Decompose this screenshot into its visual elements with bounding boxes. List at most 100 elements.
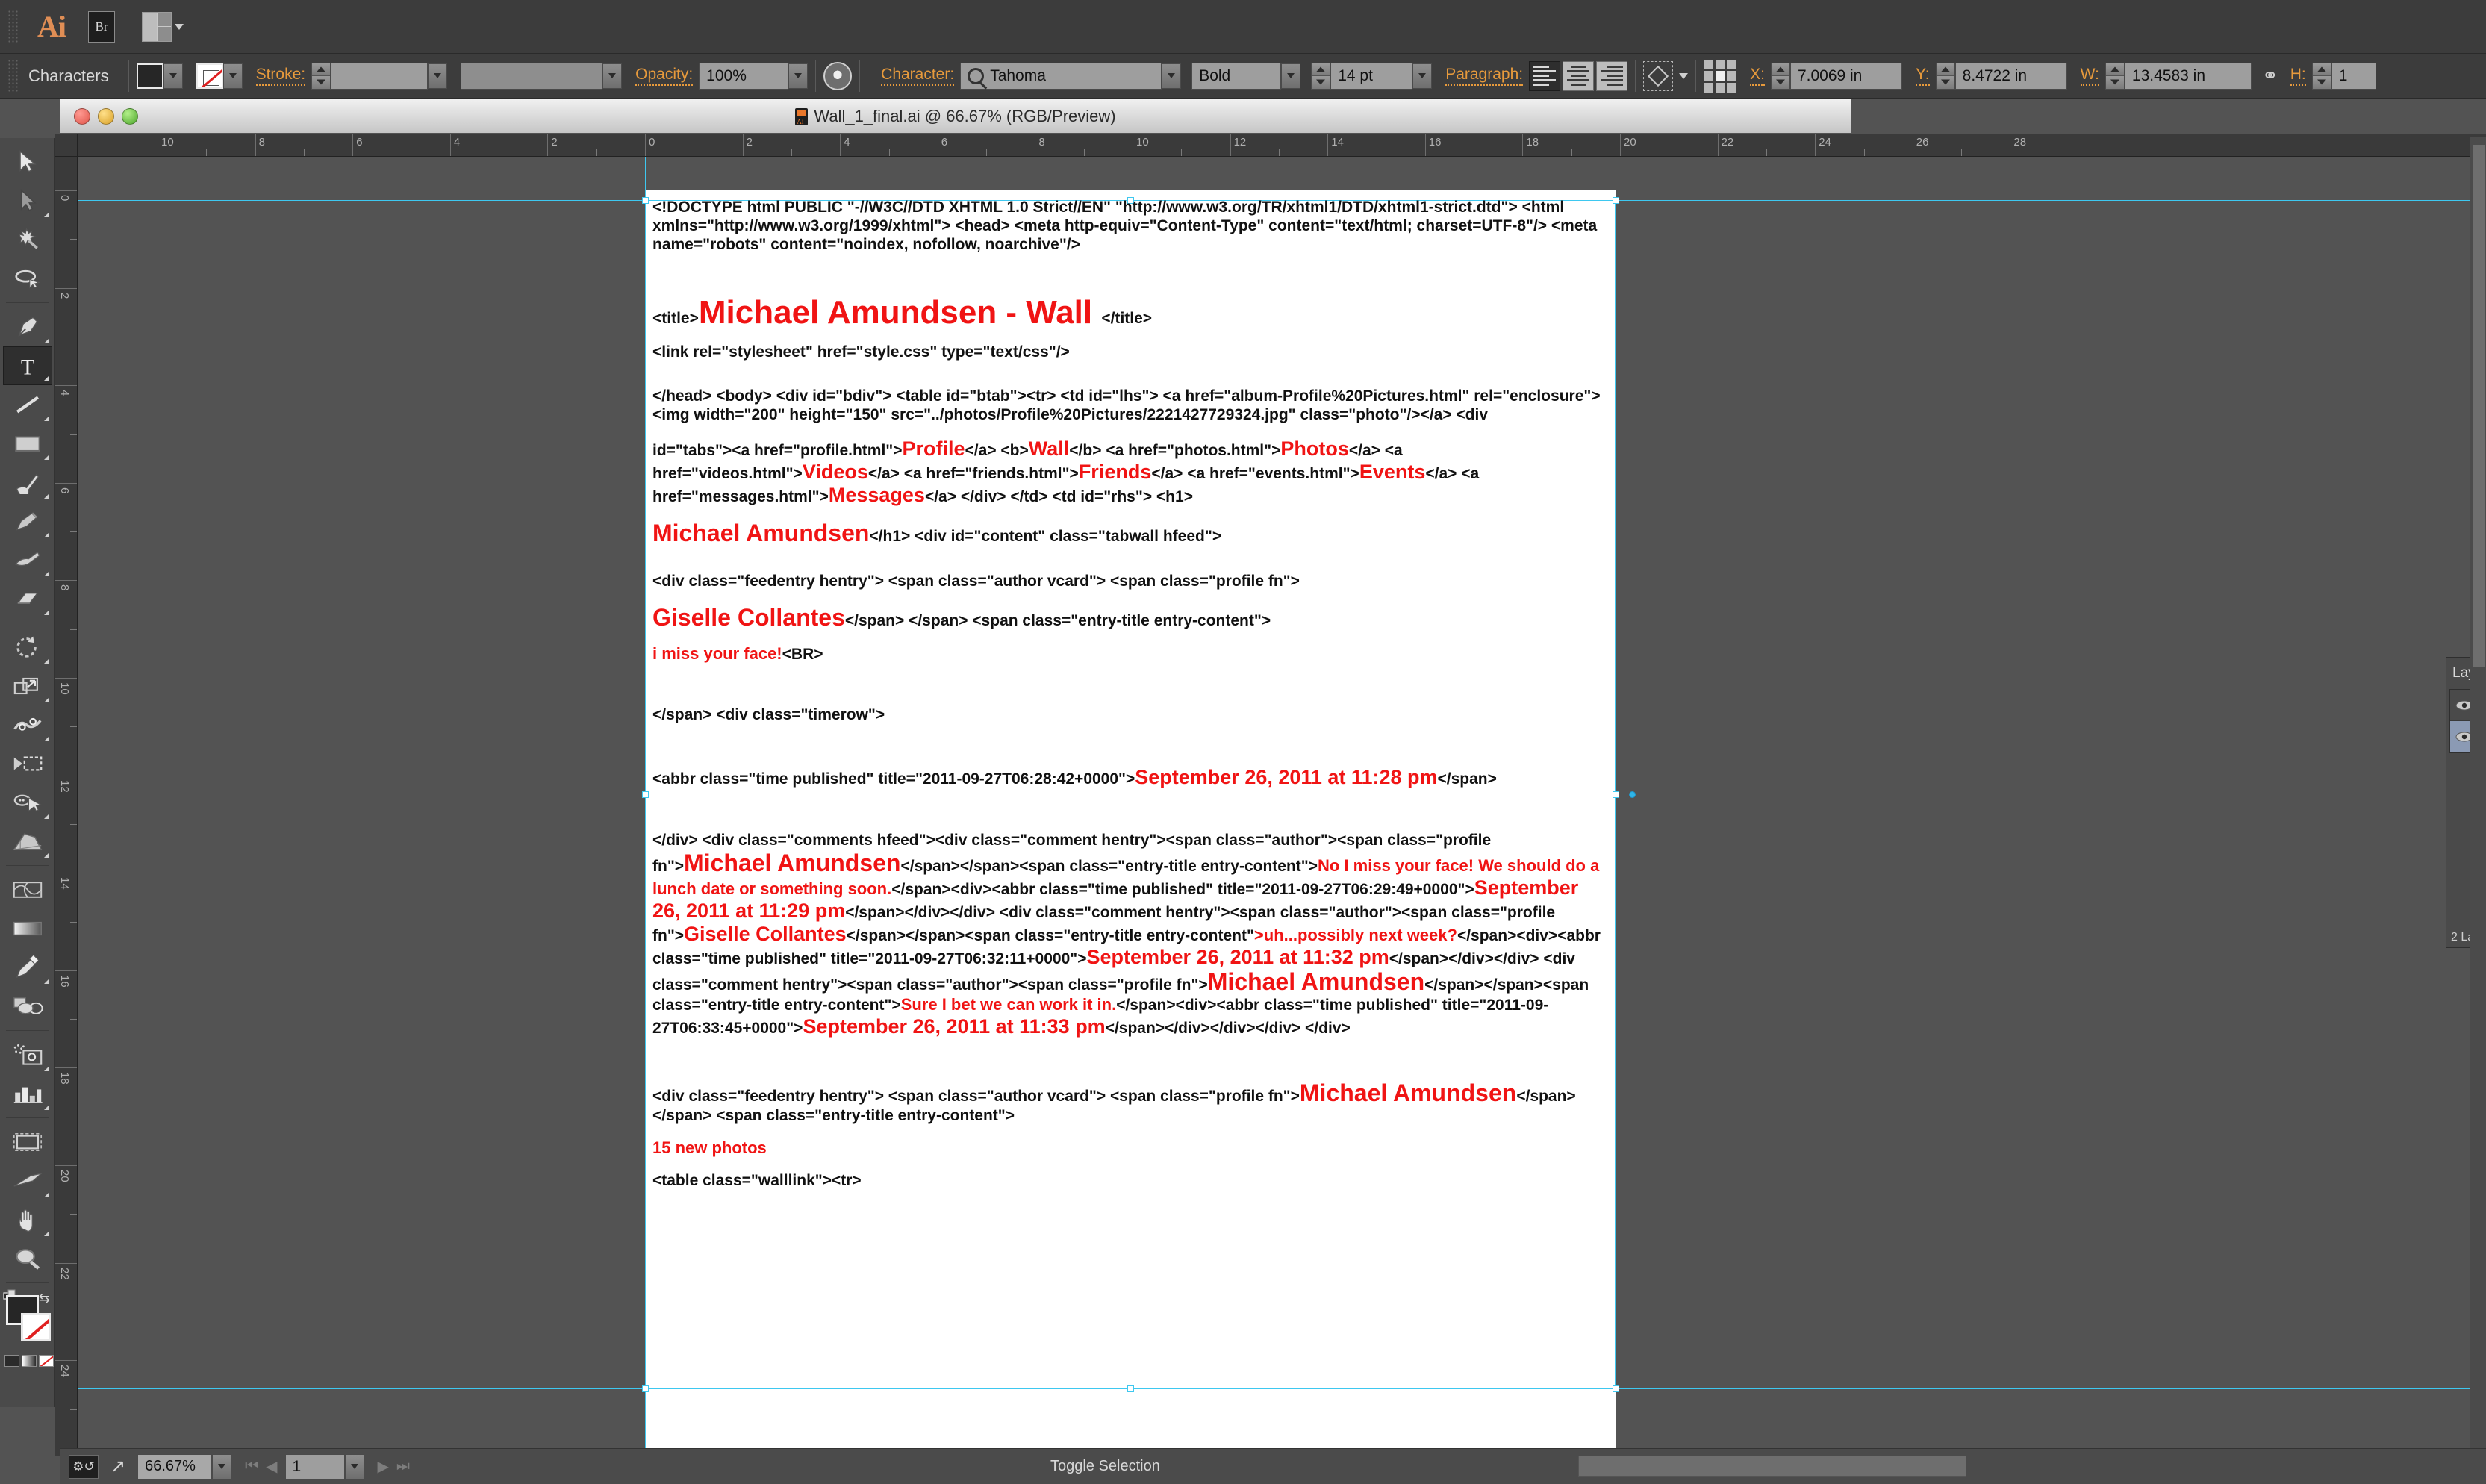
hand-tool[interactable] bbox=[3, 1200, 52, 1239]
font-family-field[interactable]: Tahoma bbox=[960, 62, 1162, 90]
blob-brush-tool[interactable] bbox=[3, 540, 52, 579]
font-size-field[interactable]: 14 pt bbox=[1330, 62, 1413, 90]
tool-flyout-indicator[interactable] bbox=[43, 979, 49, 984]
selection-handle[interactable] bbox=[642, 1385, 649, 1392]
paintbrush-tool[interactable] bbox=[3, 463, 52, 502]
arrange-documents-button[interactable] bbox=[142, 11, 184, 42]
go-to-bridge-button[interactable]: Br bbox=[88, 10, 115, 43]
rotate-tool[interactable] bbox=[3, 628, 52, 667]
tool-flyout-indicator[interactable] bbox=[43, 610, 49, 615]
stroke-color-control[interactable] bbox=[196, 63, 243, 89]
scale-tool[interactable] bbox=[3, 667, 52, 705]
artboard-number-dropdown-button[interactable] bbox=[344, 1453, 364, 1480]
eyedropper-tool[interactable] bbox=[3, 948, 52, 987]
gradient-tool[interactable] bbox=[3, 909, 52, 948]
h-field[interactable]: 1 bbox=[2331, 62, 2376, 90]
tool-flyout-indicator[interactable] bbox=[43, 658, 49, 664]
tool-flyout-indicator[interactable] bbox=[43, 493, 49, 499]
mesh-tool[interactable] bbox=[3, 870, 52, 909]
slice-tool[interactable] bbox=[3, 1162, 52, 1200]
artboard-tool[interactable] bbox=[3, 1123, 52, 1162]
font-style-dropdown-button[interactable] bbox=[1281, 63, 1301, 89]
line-segment-tool[interactable] bbox=[3, 385, 52, 424]
fill-dropdown-button[interactable] bbox=[163, 63, 183, 89]
horizontal-scrollbar[interactable] bbox=[1568, 1448, 2486, 1484]
color-button[interactable] bbox=[4, 1355, 19, 1367]
h-stepper[interactable] bbox=[2311, 62, 2331, 90]
selection-handle[interactable] bbox=[1613, 1385, 1619, 1392]
perspective-grid-tool[interactable] bbox=[3, 822, 52, 861]
tool-flyout-indicator[interactable] bbox=[43, 736, 49, 741]
tool-flyout-indicator[interactable] bbox=[43, 376, 49, 381]
previous-artboard-button[interactable]: ◀ bbox=[266, 1457, 277, 1476]
text-flow-handle[interactable] bbox=[1629, 791, 1636, 798]
direct-selection-tool[interactable] bbox=[3, 181, 52, 220]
stroke-weight-stepper[interactable] bbox=[311, 62, 331, 90]
magic-wand-tool[interactable] bbox=[3, 220, 52, 259]
align-left-button[interactable] bbox=[1529, 60, 1561, 91]
tool-flyout-indicator[interactable] bbox=[43, 1192, 49, 1197]
column-graph-tool[interactable] bbox=[3, 1074, 52, 1113]
x-field[interactable]: 7.0069 in bbox=[1789, 62, 1902, 90]
symbol-sprayer-tool[interactable] bbox=[3, 1035, 52, 1074]
artboard-number-control[interactable]: 1 bbox=[284, 1453, 364, 1480]
artboard-number-field[interactable]: 1 bbox=[284, 1453, 345, 1480]
constrain-proportions-icon[interactable]: ⚭ bbox=[2262, 64, 2278, 87]
align-right-button[interactable] bbox=[1596, 60, 1628, 91]
shape-builder-tool[interactable] bbox=[3, 783, 52, 822]
rectangle-tool[interactable] bbox=[3, 424, 52, 463]
tool-flyout-indicator[interactable] bbox=[43, 532, 49, 537]
selection-handle[interactable] bbox=[642, 197, 649, 204]
vertical-scrollbar[interactable] bbox=[2470, 137, 2486, 1451]
tool-flyout-indicator[interactable] bbox=[43, 852, 49, 858]
swap-fill-stroke-button[interactable]: ⇆ bbox=[39, 1291, 50, 1306]
stroke-weight-dropdown-button[interactable] bbox=[428, 63, 448, 89]
blend-tool[interactable] bbox=[3, 987, 52, 1026]
tool-flyout-indicator[interactable] bbox=[43, 571, 49, 576]
horizontal-scrollbar-thumb[interactable] bbox=[1578, 1456, 1966, 1477]
zoom-level-control[interactable]: 66.67% bbox=[137, 1453, 232, 1480]
preferences-icon[interactable]: ⚙↺ bbox=[69, 1454, 99, 1479]
font-style-field[interactable]: Bold bbox=[1191, 62, 1282, 90]
reference-point-selector[interactable] bbox=[1704, 59, 1737, 93]
canvas-area[interactable]: <!DOCTYPE html PUBLIC "-//W3C//DTD XHTML… bbox=[78, 157, 2486, 1456]
tool-flyout-indicator[interactable] bbox=[43, 1231, 49, 1236]
tool-flyout-indicator[interactable] bbox=[43, 455, 49, 460]
tool-flyout-indicator[interactable] bbox=[43, 416, 49, 421]
artwork-text-block[interactable]: <!DOCTYPE html PUBLIC "-//W3C//DTD XHTML… bbox=[652, 198, 1612, 1191]
opacity-mask-icon[interactable] bbox=[823, 61, 853, 90]
w-stepper[interactable] bbox=[2105, 62, 2125, 90]
first-artboard-button[interactable]: ⏮ bbox=[245, 1458, 258, 1475]
opacity-dropdown-button[interactable] bbox=[788, 63, 809, 89]
width-tool[interactable] bbox=[3, 705, 52, 744]
stroke-profile-field[interactable] bbox=[461, 62, 603, 90]
lasso-tool[interactable] bbox=[3, 259, 52, 298]
none-button[interactable] bbox=[39, 1355, 54, 1367]
tool-flyout-indicator[interactable] bbox=[43, 338, 49, 343]
horizontal-ruler[interactable]: 10 8 6 4 2 0 2 4 6 8 10 12 14 16 18 20 22 24 26 28 bbox=[78, 134, 2486, 157]
y-field[interactable]: 8.4722 in bbox=[1954, 62, 2067, 90]
y-stepper[interactable] bbox=[1935, 62, 1955, 90]
transform-options-icon[interactable] bbox=[1643, 60, 1674, 91]
height-control[interactable]: 1 bbox=[2311, 62, 2376, 90]
font-style-control[interactable]: Bold bbox=[1191, 62, 1301, 90]
zoom-tool[interactable] bbox=[3, 1239, 52, 1278]
stroke-profile-control[interactable] bbox=[461, 62, 623, 90]
pencil-tool[interactable] bbox=[3, 502, 52, 540]
free-transform-tool[interactable] bbox=[3, 744, 52, 783]
stroke-profile-dropdown-button[interactable] bbox=[602, 63, 623, 89]
opacity-control[interactable]: 100% bbox=[699, 62, 809, 90]
align-center-button[interactable] bbox=[1563, 60, 1595, 91]
zoom-level-dropdown-button[interactable] bbox=[212, 1453, 232, 1480]
tool-flyout-indicator[interactable] bbox=[43, 1066, 49, 1071]
selection-tool[interactable] bbox=[3, 143, 52, 181]
document-window-titlebar[interactable]: Wall_1_final.ai @ 66.67% (RGB/Preview) bbox=[60, 99, 1851, 133]
last-artboard-button[interactable]: ⏭ bbox=[396, 1458, 410, 1475]
eraser-tool[interactable] bbox=[3, 579, 52, 618]
stroke-weight-field[interactable] bbox=[331, 62, 429, 90]
chevron-down-icon[interactable] bbox=[1679, 72, 1689, 79]
next-artboard-button[interactable]: ▶ bbox=[378, 1457, 389, 1476]
opacity-field[interactable]: 100% bbox=[699, 62, 789, 90]
stroke-color-indicator-none[interactable] bbox=[21, 1313, 51, 1341]
vertical-ruler[interactable]: 02468101214161820222426 bbox=[55, 157, 78, 1456]
